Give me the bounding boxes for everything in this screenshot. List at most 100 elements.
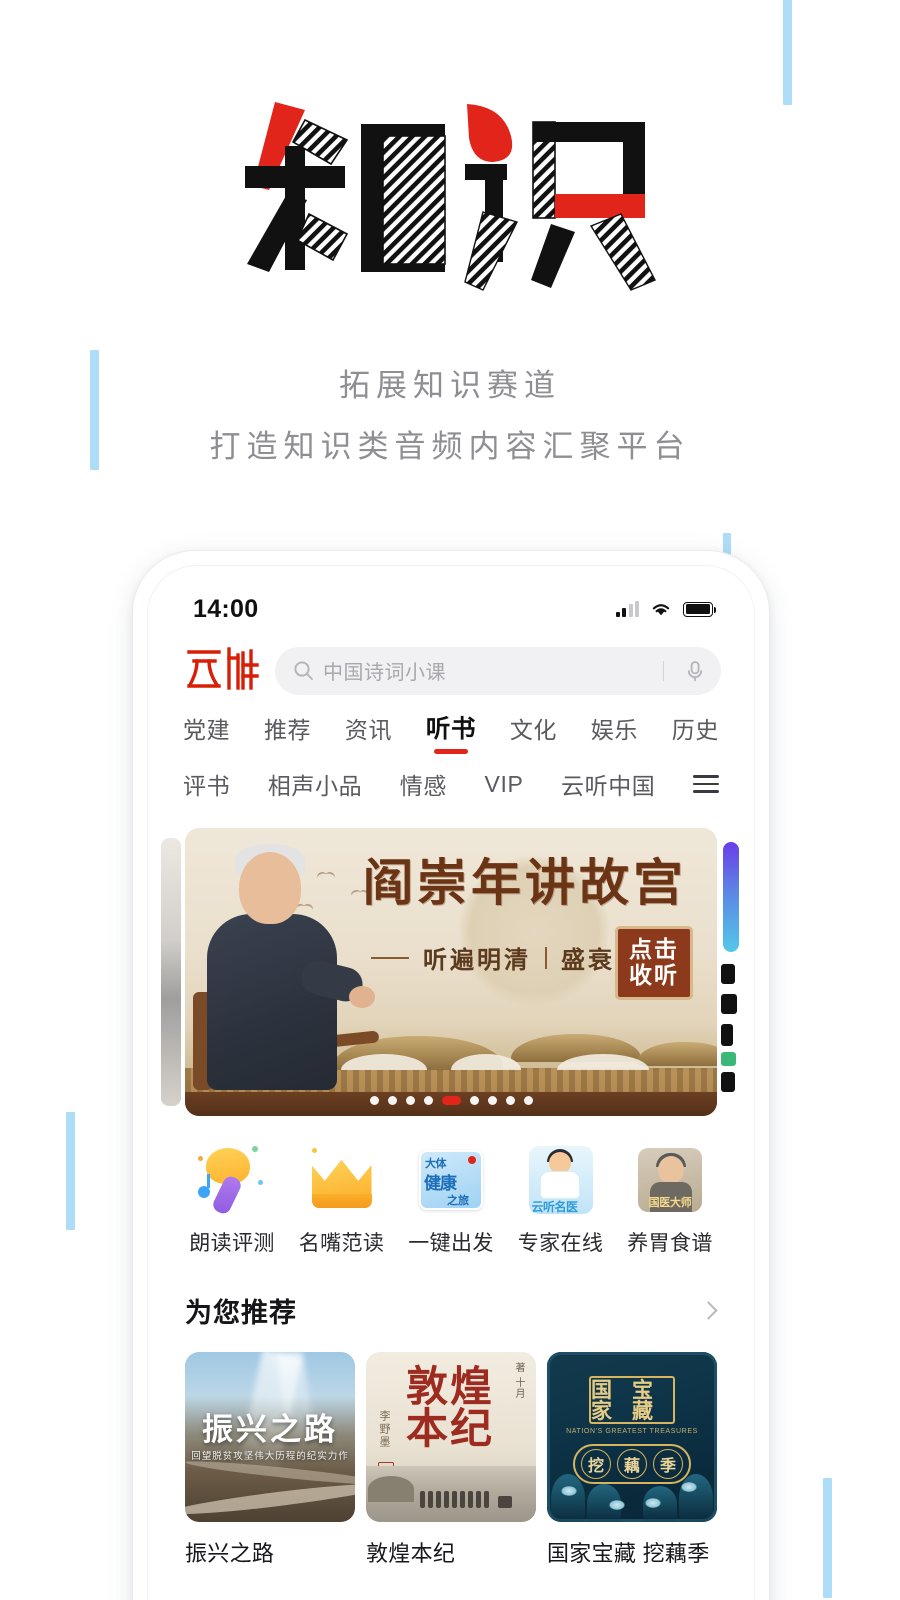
signal-bars-icon — [615, 601, 639, 617]
megaphone-mic-icon — [194, 1142, 270, 1218]
search-input[interactable]: 中国诗词小课 — [275, 646, 721, 695]
carousel-dot[interactable] — [405, 1096, 415, 1105]
carousel-dot[interactable] — [469, 1096, 479, 1105]
card-art-title: 敦煌 本纪 — [406, 1362, 495, 1453]
carousel-dot[interactable] — [369, 1096, 379, 1105]
tab-zixun[interactable]: 资讯 — [345, 711, 392, 754]
portrait-icon-text: 国医大师 — [648, 1196, 692, 1209]
status-time: 14:00 — [193, 594, 259, 623]
carousel-dot[interactable] — [423, 1096, 433, 1105]
banner-cta-line2: 收听 — [629, 962, 679, 989]
banner-subtitle-left: 听遍明清 — [423, 945, 531, 974]
card-title: 振兴之路 — [185, 1541, 275, 1566]
chevron-right-icon[interactable] — [699, 1301, 718, 1320]
banner-person-photo — [193, 842, 380, 1090]
hero-section: 拓展知识赛道 打造知识类音频内容汇聚平台 — [0, 0, 900, 462]
quick-entry-label: 养胃食谱 — [627, 1232, 713, 1255]
tab-tingshu[interactable]: 听书 — [426, 710, 476, 754]
card-artwork: 振兴之路 回望脱贫攻坚伟大历程的纪实力作 — [185, 1352, 355, 1522]
carousel-dots[interactable] — [185, 1096, 717, 1105]
battery-full-icon — [683, 601, 717, 617]
doctor-icon-text: 云听名医 — [531, 1200, 578, 1214]
quick-entry-row: 朗读评测 名嘴范读 大体 健康 之旅 一键出发 云听名医 专家在线 国医大师 养… — [153, 1116, 749, 1257]
status-icons — [615, 601, 717, 617]
card-art-english: NATION'S GREATEST TREASURES — [566, 1428, 698, 1435]
tab-xiangsheng[interactable]: 相声小品 — [268, 767, 362, 810]
card-art-oval: 挖 藕 季 — [573, 1444, 691, 1484]
doctor-icon: 云听名医 — [523, 1142, 599, 1218]
next-slide-shape — [721, 1024, 733, 1046]
tab-wenhua[interactable]: 文化 — [510, 711, 557, 754]
card-title: 国家宝藏 挖藕季 — [547, 1541, 710, 1566]
tab-yule[interactable]: 娱乐 — [591, 711, 638, 754]
next-slide-shape — [721, 1052, 736, 1066]
search-placeholder: 中国诗词小课 — [323, 662, 446, 684]
recommend-card-dunhuangbenji[interactable]: 著 十月 李野墨 播 敦煌本纪 敦煌本纪 — [366, 1352, 536, 1568]
app-header: 中国诗词小课 — [153, 633, 749, 696]
tab-lishi[interactable]: 历史 — [672, 711, 719, 754]
card-title: 敦煌本纪 — [366, 1541, 456, 1566]
quick-entry-label: 一键出发 — [408, 1232, 494, 1255]
carousel-dot[interactable] — [487, 1096, 497, 1105]
yunting-logo-svg — [187, 647, 259, 690]
next-slide-shape — [721, 994, 737, 1014]
section-title: 为您推荐 — [185, 1298, 297, 1328]
banner-cta-line1: 点击 — [629, 936, 679, 964]
knowledge-logo — [0, 0, 900, 300]
person-head — [239, 852, 301, 924]
quick-entry-yangweishipu[interactable]: 国医大师 养胃食谱 — [621, 1142, 719, 1257]
carousel-dot[interactable] — [387, 1096, 397, 1105]
phone-screen: 14:00 中国诗词小课 党建 推荐 资讯 听书 文化 娱乐 历史 评书 相声小… — [153, 571, 749, 1600]
microphone-icon[interactable] — [685, 660, 705, 682]
tab-pingshu[interactable]: 评书 — [183, 767, 230, 810]
recommend-card-zhenxingzhilu[interactable]: 振兴之路 回望脱贫攻坚伟大历程的纪实力作 振兴之路 — [185, 1352, 355, 1568]
card-art-side: 李野墨 — [378, 1410, 391, 1449]
banner-carousel[interactable]: 阎崇年讲故宫 听遍明清 盛衰荣辱 点击 收听 — [153, 828, 749, 1116]
banner-divider — [545, 946, 547, 969]
banner-cta-seal[interactable]: 点击 收听 — [615, 926, 693, 1000]
search-icon — [294, 661, 313, 680]
tab-yunting-china[interactable]: 云听中国 — [561, 767, 655, 810]
recommend-card-guojiabaozang[interactable]: 国家 宝藏 NATION'S GREATEST TREASURES 挖 藕 季 国… — [547, 1352, 717, 1568]
quick-entry-langdupingce[interactable]: 朗读评测 — [183, 1142, 281, 1257]
card-dot — [468, 1156, 476, 1164]
quick-entry-yijianchufa[interactable]: 大体 健康 之旅 一键出发 — [402, 1142, 500, 1257]
card-art-box: 国家 宝藏 — [589, 1376, 675, 1424]
portrait-icon: 国医大师 — [632, 1142, 708, 1218]
quick-entry-label: 名嘴范读 — [298, 1232, 385, 1255]
card-text-3: 之旅 — [447, 1195, 469, 1207]
card-artwork: 国家 宝藏 NATION'S GREATEST TREASURES 挖 藕 季 — [547, 1352, 717, 1522]
hero-subtitle-line2: 打造知识类音频内容汇聚平台 — [209, 429, 691, 464]
banner-title: 阎崇年讲故宫 — [363, 853, 687, 912]
phone-bezel: 14:00 中国诗词小课 党建 推荐 资讯 听书 文化 娱乐 历史 评书 相声小… — [147, 565, 755, 1600]
phone-mockup: 14:00 中国诗词小课 党建 推荐 资讯 听书 文化 娱乐 历史 评书 相声小… — [133, 551, 769, 1600]
card-art-subtitle: 回望脱贫攻坚伟大历程的纪实力作 — [191, 1451, 349, 1462]
carousel-dot-active[interactable] — [441, 1096, 461, 1105]
tab-qinggan[interactable]: 情感 — [400, 767, 447, 810]
tab-dangjian[interactable]: 党建 — [183, 711, 230, 754]
card-art-title: 振兴之路 — [202, 1412, 338, 1448]
card-art-photo — [366, 1466, 536, 1522]
carousel-slide-active[interactable]: 阎崇年讲故宫 听遍明清 盛衰荣辱 点击 收听 — [185, 828, 717, 1116]
quick-entry-label: 朗读评测 — [189, 1232, 275, 1255]
carousel-slide-next[interactable] — [721, 838, 743, 1106]
quick-entry-mingzuifandu[interactable]: 名嘴范读 — [293, 1142, 391, 1257]
banner-rule — [371, 956, 409, 959]
nav-tabs-row-1: 党建 推荐 资讯 听书 文化 娱乐 历史 — [153, 710, 749, 754]
tab-vip[interactable]: VIP — [485, 771, 524, 807]
carousel-dot[interactable] — [505, 1096, 515, 1105]
recommend-card-row: 振兴之路 回望脱贫攻坚伟大历程的纪实力作 振兴之路 著 十月 李野墨 播 敦煌本… — [153, 1330, 749, 1568]
next-slide-shape — [721, 964, 735, 984]
yunting-brand-logo[interactable] — [185, 645, 261, 696]
person-body — [207, 914, 337, 1090]
knowledge-logo-svg — [245, 102, 656, 291]
tab-tuijian[interactable]: 推荐 — [264, 711, 311, 754]
decorative-bar-left-lower — [66, 1112, 75, 1230]
carousel-dot[interactable] — [523, 1096, 533, 1105]
carousel-slide-previous[interactable] — [161, 838, 181, 1106]
crown-icon — [304, 1142, 380, 1218]
status-bar: 14:00 — [153, 571, 749, 633]
quick-entry-zhuanjiazaixian[interactable]: 云听名医 专家在线 — [512, 1142, 610, 1257]
hamburger-menu-icon[interactable] — [692, 775, 719, 802]
search-divider — [662, 660, 664, 681]
